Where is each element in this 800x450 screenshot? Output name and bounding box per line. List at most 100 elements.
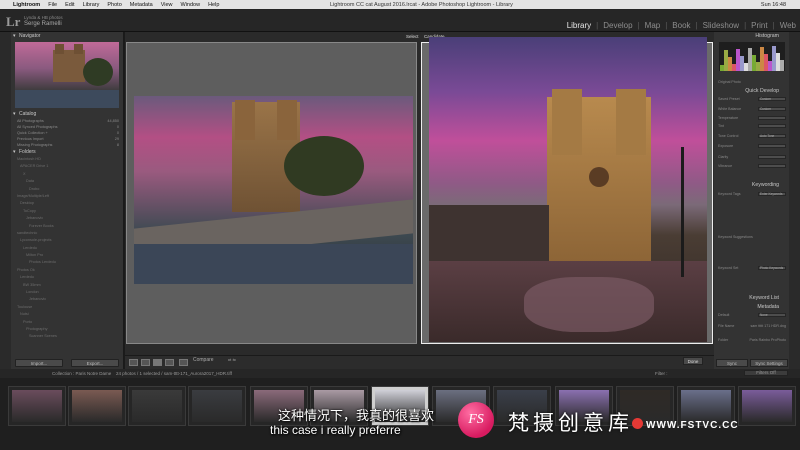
folder-item[interactable]: Lyconsole-projects [11,237,123,244]
folder-item[interactable]: Image/Multiple/Left [11,193,123,200]
folder-row: Folder Paris Rainbo ProPhoto [718,338,786,342]
tint-row[interactable]: Tint [718,124,786,130]
navigator-header[interactable]: Navigator [11,32,123,40]
subtitle-english: this case i really preferre [270,423,401,437]
candidate-photo[interactable] [429,37,707,342]
keyword-set-row[interactable]: Keyword Set Photo Keywords [718,266,786,272]
select-photo[interactable] [134,96,413,284]
menu-help[interactable]: Help [208,2,219,8]
keyword-list-header[interactable]: Keyword List [714,294,789,302]
subtitle-chinese: 这种情况下，我真的很喜欢 [278,408,435,423]
left-panel: Navigator Catalog All Photographs44,850 … [11,32,124,369]
folder-item[interactable]: Photography [11,326,123,333]
vibrance-row[interactable]: Vibrance [718,164,786,170]
export-button[interactable]: Export... [71,359,119,367]
folder-item[interactable]: Scanner Scenes [11,333,123,340]
window-title: Lightroom CC cat August 2016.lrcat - Ado… [330,1,513,8]
module-web[interactable]: Web [780,21,796,30]
folder-item[interactable]: Photos Ok [11,267,123,274]
filmstrip-thumbnail[interactable] [68,386,126,426]
histogram-graph [719,42,785,71]
module-develop[interactable]: Develop [603,21,632,30]
grid-view-icon[interactable] [129,359,138,366]
filter-dropdown[interactable]: Filters Off [744,370,788,376]
folder-item[interactable]: Drobo [11,186,123,193]
folder-item[interactable]: Data [11,178,123,185]
module-library[interactable]: Library [567,21,591,30]
folders-header[interactable]: Folders [11,148,123,156]
folder-item[interactable]: ToCopy [11,208,123,215]
catalog-header[interactable]: Catalog [11,110,123,118]
folder-item[interactable]: Milton Pro [11,252,123,259]
select-label: Select [404,34,421,39]
folder-item[interactable]: BW 35mm [11,282,123,289]
clock: Sun 16:48 [760,1,786,8]
module-book[interactable]: Book [672,21,690,30]
module-slideshow[interactable]: Slideshow [703,21,739,30]
filmstrip-thumbnail[interactable] [8,386,66,426]
sync-button[interactable]: Sync [716,359,748,367]
menu-view[interactable]: View [161,2,173,8]
folder-item[interactable]: Jebanovic [11,296,123,303]
survey-view-icon[interactable] [165,359,174,366]
filmstrip-bar: Collection : Paris Notre Dame 24 photos … [0,369,800,378]
menu-edit[interactable]: Edit [65,2,74,8]
tone-control-row[interactable]: Tone Control Auto Tone [718,134,786,140]
menu-app[interactable]: Lightroom [13,2,40,8]
folder-item[interactable]: Macintosh HD [11,156,123,163]
done-button[interactable]: Done [683,357,703,365]
menu-library[interactable]: Library [83,2,100,8]
module-print[interactable]: Print [751,21,767,30]
swap-icons[interactable]: ⇄ ⇆ [228,357,236,362]
sync-settings-button[interactable]: Sync Settings [750,359,788,367]
collection-source[interactable]: Collection : Paris Notre Dame [52,369,111,378]
folder-item[interactable]: London [11,289,123,296]
menu-photo[interactable]: Photo [107,2,121,8]
import-button[interactable]: Import... [15,359,63,367]
thumbnail-image [12,390,62,422]
file-name-row[interactable]: File Name sam ttttt 171 HDR.dng [718,324,786,330]
saved-preset-row[interactable]: Saved Preset Custom [718,97,786,103]
folder-item[interactable]: Desktop [11,200,123,207]
filter-label: Filter : [655,371,668,376]
histogram-header[interactable]: Histogram [714,32,789,40]
clarity-row[interactable]: Clarity [718,155,786,161]
watermark-brand: 梵摄创意库 [508,411,633,435]
compare-label: Compare [193,357,214,363]
folder-item[interactable]: Porto [11,319,123,326]
folder-item[interactable]: X [11,171,123,178]
menu-file[interactable]: File [48,2,57,8]
menu-metadata[interactable]: Metadata [130,2,153,8]
folder-item[interactable]: Nutsi [11,311,123,318]
keywording-header[interactable]: Keywording [714,181,789,189]
folder-item[interactable]: Photos Lerdedu [11,259,123,266]
right-panel-edge[interactable] [789,32,800,369]
compare-view-icon[interactable] [153,359,162,366]
metadata-preset-row[interactable]: Default None [718,313,786,319]
metadata-header[interactable]: Metadata [714,303,789,311]
temperature-row[interactable]: Temperature [718,116,786,122]
menu-window[interactable]: Window [181,2,201,8]
folder-item[interactable]: sandtechnic [11,230,123,237]
people-view-icon[interactable] [179,359,188,366]
navigator-preview[interactable] [15,42,119,108]
folder-item[interactable]: Forever Books [11,223,123,230]
thumbnail-image [132,390,182,422]
filmstrip-thumbnail[interactable] [188,386,246,426]
original-photo-toggle[interactable]: Original Photo [718,80,786,86]
folder-item[interactable]: Toulouse [11,304,123,311]
keyword-tags-row[interactable]: Keyword Tags Enter Keywords [718,192,786,198]
quick-develop-header[interactable]: Quick Develop [714,87,789,95]
folder-item[interactable]: Jebanovic [11,215,123,222]
module-map[interactable]: Map [645,21,661,30]
left-panel-edge[interactable] [0,32,11,369]
right-panel-buttons: Sync Sync Settings [716,359,790,367]
exposure-row[interactable]: Exposure [718,144,786,150]
folder-item[interactable]: Lerdedu [11,274,123,281]
white-balance-row[interactable]: White Balance Custom [718,107,786,113]
loupe-view-icon[interactable] [141,359,150,366]
filmstrip-thumbnail[interactable] [128,386,186,426]
folder-item[interactable]: APACER Drive 1 [11,163,123,170]
filmstrip-thumbnail[interactable] [738,386,796,426]
folder-item[interactable]: Lerdedu [11,245,123,252]
